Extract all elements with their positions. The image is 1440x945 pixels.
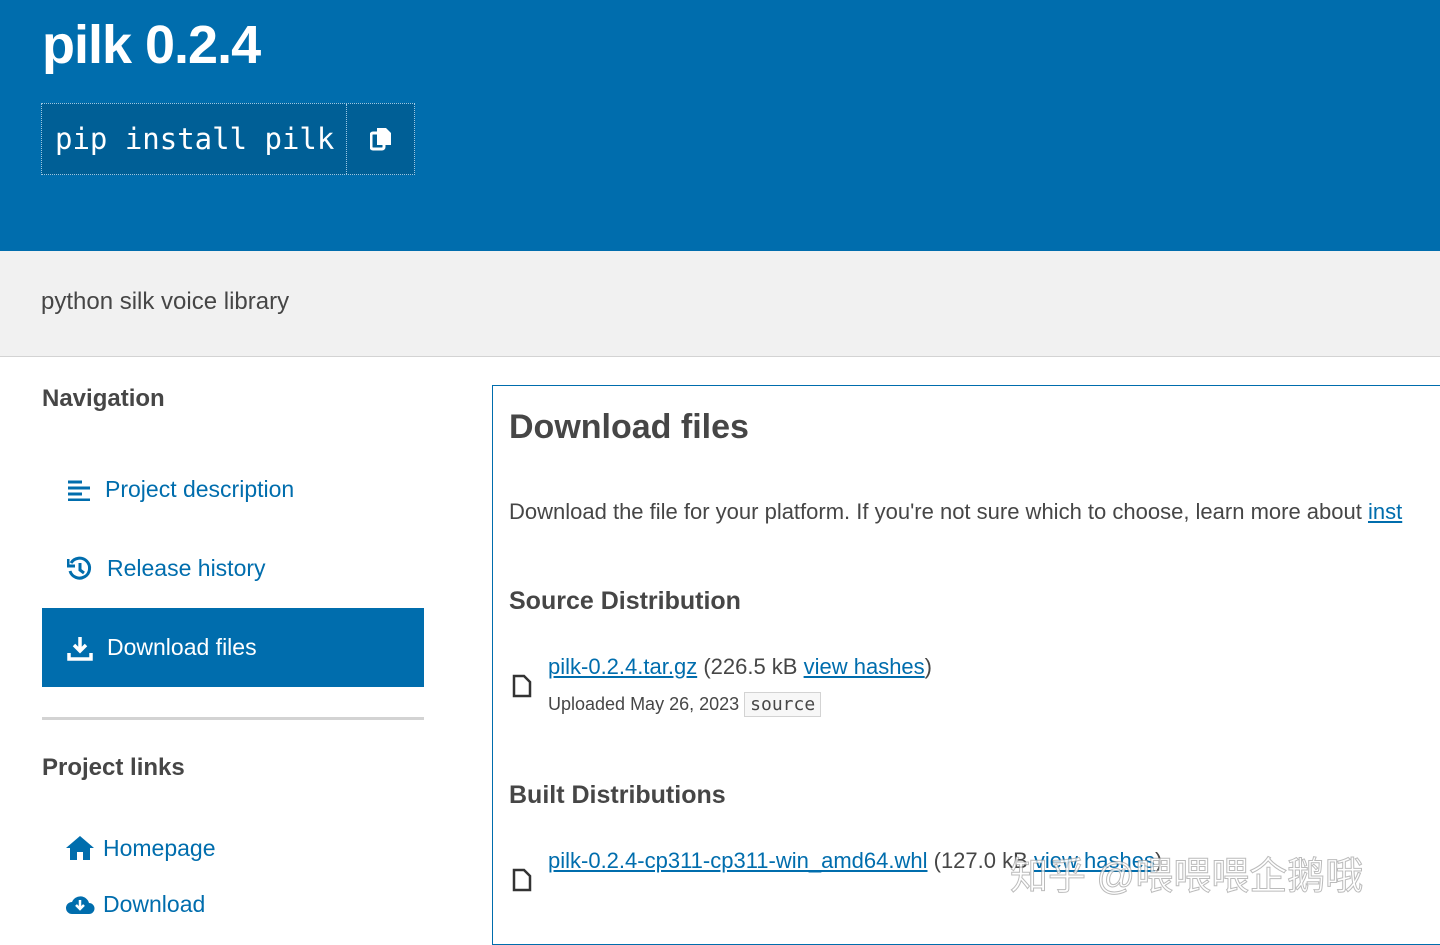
intro-text: Download the file for your platform. If … [509,499,1440,525]
navigation-heading: Navigation [42,385,165,412]
link-download[interactable]: Download [42,876,424,932]
project-links-heading: Project links [42,754,185,781]
pip-command[interactable]: pip install pilk [42,104,348,174]
file-icon [512,868,532,892]
download-title: Download files [509,408,749,446]
download-icon [67,636,93,661]
intro-sentence: Download the file for your platform. If … [509,499,1368,524]
link-homepage[interactable]: Homepage [42,820,424,876]
file-icon [512,674,532,698]
source-badge: source [744,692,822,717]
nav-download-files[interactable]: Download files [42,608,424,687]
built-heading: Built Distributions [509,781,726,809]
copy-button[interactable] [347,104,414,174]
upload-date: Uploaded May 26, 2023 [548,694,740,714]
summary-band: python silk voice library [0,251,1440,357]
nav-label: Download files [107,634,257,660]
file-size: (226.5 kB [703,654,804,679]
paren: ) [924,654,932,679]
divider [42,717,424,720]
pip-command-box: pip install pilk [41,103,416,175]
watermark: 知乎 @喂喂喂企鹅哦 [1009,856,1364,899]
home-icon [66,836,94,860]
install-link[interactable]: inst [1368,499,1402,524]
file-link[interactable]: pilk-0.2.4-cp311-cp311-win_amd64.whl [548,848,928,873]
view-hashes-link[interactable]: view hashes [804,654,925,679]
cloud-download-icon [66,896,95,914]
sidebar: Navigation Project description Release h… [42,385,424,932]
page-header: pilk 0.2.4 pip install pilk [0,0,1440,251]
file-link[interactable]: pilk-0.2.4.tar.gz [548,654,697,679]
list-icon [68,480,90,501]
package-title: pilk 0.2.4 [42,15,261,75]
nav-label: Project description [105,476,295,502]
nav-release-history[interactable]: Release history [42,529,424,608]
source-heading: Source Distribution [509,587,741,615]
file-entry: pilk-0.2.4.tar.gz (226.5 kB view hashes)… [509,654,1440,717]
link-label: Homepage [103,834,216,861]
link-label: Download [103,890,206,917]
copy-icon [369,128,391,151]
package-summary: python silk voice library [41,288,290,315]
nav-label: Release history [107,555,266,581]
history-icon [67,556,92,580]
nav-project-description[interactable]: Project description [42,450,424,529]
